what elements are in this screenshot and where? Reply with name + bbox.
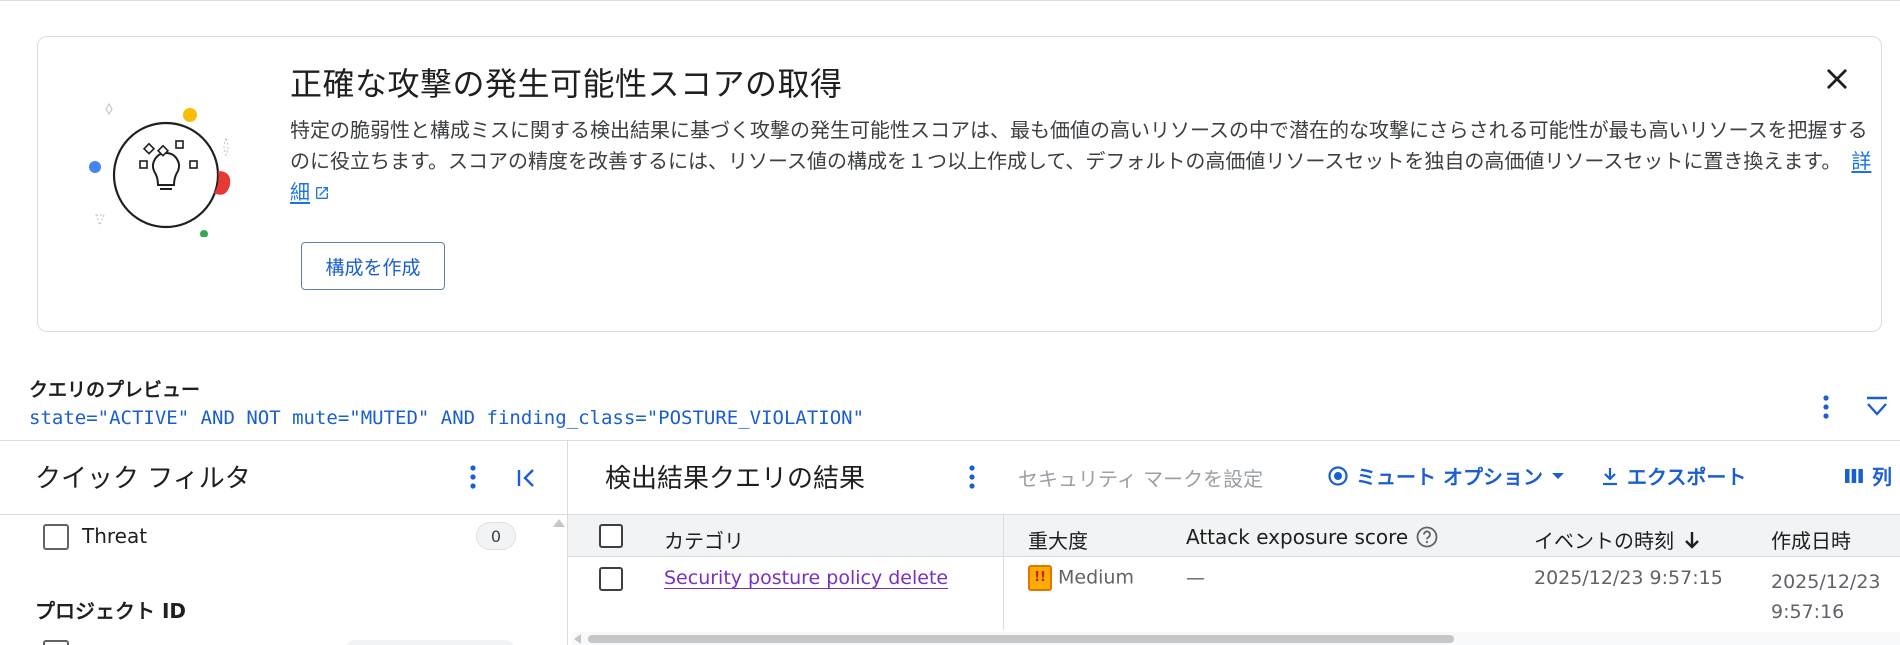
severity-label: Medium xyxy=(1058,566,1134,589)
collapse-panel-button[interactable] xyxy=(513,464,541,492)
filter-project-checkbox[interactable] xyxy=(43,640,69,645)
more-vert-icon xyxy=(969,465,975,489)
first-page-icon xyxy=(517,469,534,487)
more-vert-icon xyxy=(1823,395,1829,419)
table-row: Security posture policy delete !! Medium … xyxy=(568,558,1900,630)
close-icon xyxy=(1827,69,1847,89)
help-icon[interactable] xyxy=(1416,526,1438,548)
download-icon xyxy=(1603,467,1617,485)
results-more-button[interactable] xyxy=(963,462,981,492)
export-button[interactable]: エクスポート xyxy=(1601,461,1746,490)
mute-icon xyxy=(1328,465,1348,486)
create-time-time: 9:57:16 xyxy=(1771,601,1845,623)
event-time-value: 2025/12/23 9:57:15 xyxy=(1534,567,1723,589)
scroll-left-arrow[interactable] xyxy=(574,634,581,644)
severity-cell: !! Medium xyxy=(1028,565,1134,591)
table-header-row: カテゴリ 重大度 Attack exposure score イベントの時刻 作… xyxy=(568,514,1900,557)
view-column-icon xyxy=(1845,468,1863,483)
attack-exposure-value: — xyxy=(1186,567,1205,589)
medium-severity-icon: !! xyxy=(1028,565,1052,591)
mute-options-label: ミュート オプション xyxy=(1356,465,1543,489)
mute-options-button[interactable]: ミュート オプション xyxy=(1328,461,1565,490)
filter-collapse-icon xyxy=(1867,396,1887,416)
column-header-severity[interactable]: 重大度 xyxy=(1028,525,1088,554)
event-time-header-label: イベントの時刻 xyxy=(1534,529,1674,553)
create-config-button[interactable]: 構成を作成 xyxy=(301,242,445,290)
columns-label: 列 xyxy=(1872,465,1892,489)
filter-project-count xyxy=(345,640,515,645)
quick-filters-divider xyxy=(0,514,567,515)
arrow-drop-down-icon xyxy=(1551,472,1564,479)
select-all-checkbox[interactable] xyxy=(599,524,623,548)
open-in-new-icon xyxy=(316,187,328,199)
column-header-category[interactable]: カテゴリ xyxy=(664,525,744,554)
quick-filters-more-button[interactable] xyxy=(464,462,482,492)
results-title: 検出結果クエリの結果 xyxy=(605,464,866,494)
create-time-date: 2025/12/23 xyxy=(1771,571,1881,593)
query-preview-text: state="ACTIVE" AND NOT mute="MUTED" AND … xyxy=(29,407,865,429)
section-divider xyxy=(0,440,1900,441)
set-security-marks-button[interactable]: セキュリティ マークを設定 xyxy=(1018,463,1263,492)
banner-body-text: 特定の脆弱性と構成ミスに関する検出結果に基づく攻撃の発生可能性スコアは、最も価値… xyxy=(290,118,1868,173)
columns-button[interactable]: 列 xyxy=(1844,461,1892,490)
row-select-checkbox[interactable] xyxy=(599,567,623,591)
export-label: エクスポート xyxy=(1627,465,1747,489)
filter-threat-checkbox[interactable] xyxy=(43,524,69,550)
quick-filters-title: クイック フィルタ xyxy=(35,464,251,494)
project-id-section-title: プロジェクト ID xyxy=(35,599,187,623)
column-header-create-time[interactable]: 作成日時 xyxy=(1771,525,1851,554)
query-more-button[interactable] xyxy=(1817,392,1835,422)
column-header-event-time[interactable]: イベントの時刻 xyxy=(1534,525,1700,554)
arrow-downward-icon xyxy=(1685,531,1699,549)
create-time-value: 2025/12/23 9:57:16 xyxy=(1771,567,1881,627)
banner-title: 正確な攻撃の発生可能性スコアの取得 xyxy=(290,65,843,103)
top-border xyxy=(0,0,1900,1)
banner-description: 特定の脆弱性と構成ミスに関する検出結果に基づく攻撃の発生可能性スコアは、最も価値… xyxy=(290,115,1875,208)
query-preview-label: クエリのプレビュー xyxy=(29,379,201,401)
query-collapse-button[interactable] xyxy=(1864,394,1890,420)
attack-exposure-header-label: Attack exposure score xyxy=(1186,525,1409,549)
filter-threat-label: Threat xyxy=(82,524,148,548)
filter-threat-count: 0 xyxy=(476,522,516,550)
horizontal-scrollbar-thumb[interactable] xyxy=(588,635,1454,643)
panel-scroll-up-arrow[interactable] xyxy=(553,519,565,527)
column-header-attack-exposure[interactable]: Attack exposure score xyxy=(1186,525,1438,549)
lightbulb-illustration xyxy=(89,102,231,237)
attack-exposure-banner: 正確な攻撃の発生可能性スコアの取得 特定の脆弱性と構成ミスに関する検出結果に基づ… xyxy=(37,36,1882,332)
close-banner-button[interactable] xyxy=(1819,61,1855,97)
more-vert-icon xyxy=(470,465,476,489)
finding-category-link[interactable]: Security posture policy delete xyxy=(664,567,948,589)
finding-category-text: Security posture policy delete xyxy=(664,567,949,589)
